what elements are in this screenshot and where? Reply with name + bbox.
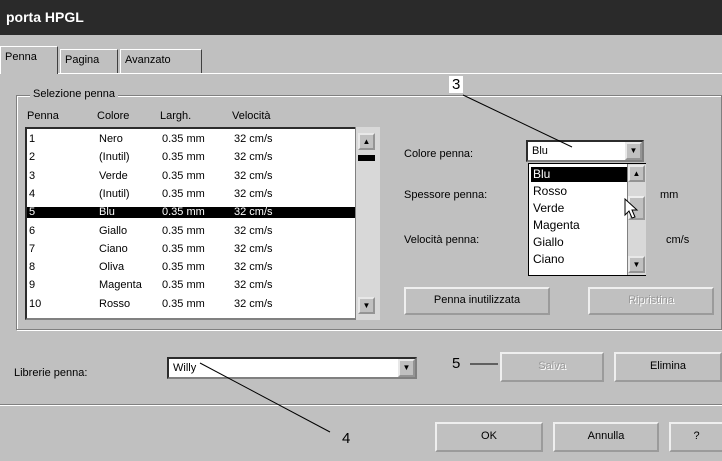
tab-penna[interactable]: Penna — [0, 46, 58, 74]
callout-5: 5 — [452, 355, 460, 372]
callout-4: 4 — [342, 430, 350, 447]
callout-3-line — [462, 94, 573, 148]
dialog-window: porta HPGL Penna Pagina Avanzato Selezio… — [0, 0, 722, 461]
callout-4-line — [199, 362, 331, 433]
callout-lines — [199, 94, 573, 433]
callout-5-number: 5 — [452, 355, 461, 372]
callout-3: 3 — [449, 76, 464, 93]
callout-4-number: 4 — [342, 430, 351, 447]
callout-3-number: 3 — [449, 76, 464, 93]
tab-penna-label: Penna — [5, 51, 37, 63]
